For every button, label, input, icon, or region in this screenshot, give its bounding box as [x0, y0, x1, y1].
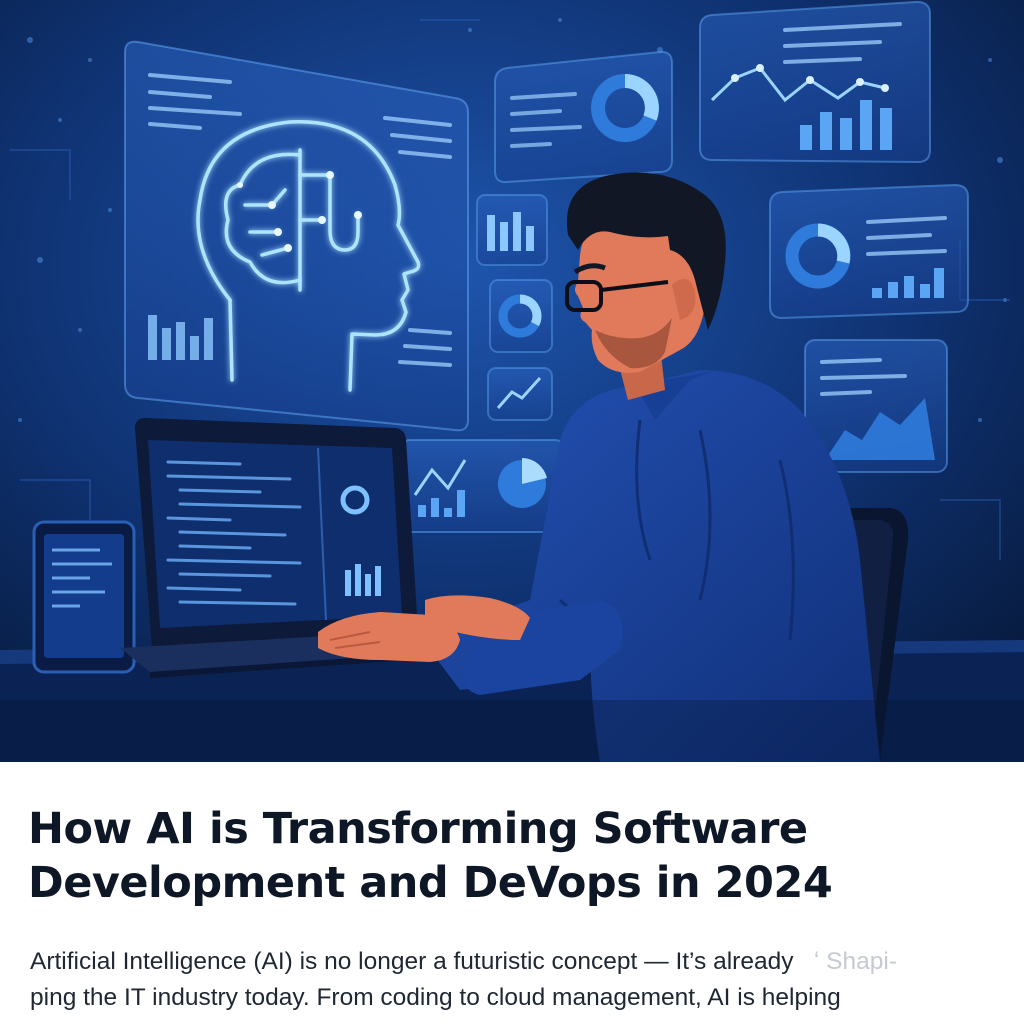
small-bar-panel	[476, 194, 548, 266]
article-body-faded-fragment: ʻ Shapi-	[813, 948, 897, 975]
article-body-line-2: ping the IT industry today. From coding …	[30, 984, 841, 1011]
line-chart-panel	[699, 0, 931, 164]
small-trend-panel	[487, 367, 553, 421]
article-title-line-1: How AI is Transforming Software	[28, 804, 808, 854]
donut-dashboard-panel	[494, 50, 673, 184]
ai-brain-panel	[124, 40, 469, 432]
small-donut-panel	[489, 279, 553, 353]
tablet-device	[32, 520, 136, 674]
article-body-line-1-text: Artificial Intelligence (AI) is no longe…	[30, 948, 794, 975]
pie-chart-panel	[399, 439, 566, 533]
hero-illustration	[0, 0, 1024, 762]
article-body: Artificial Intelligence (AI) is no longe…	[30, 944, 1010, 1016]
right-donut-panel	[769, 183, 969, 320]
article-body-line-1: Artificial Intelligence (AI) is no longe…	[30, 944, 1010, 980]
article-title: How AI is Transforming Software Developm…	[28, 802, 988, 910]
article-card: How AI is Transforming Software Developm…	[0, 762, 1024, 1024]
article-title-line-2: Development and DeVops in 2024	[28, 858, 833, 908]
